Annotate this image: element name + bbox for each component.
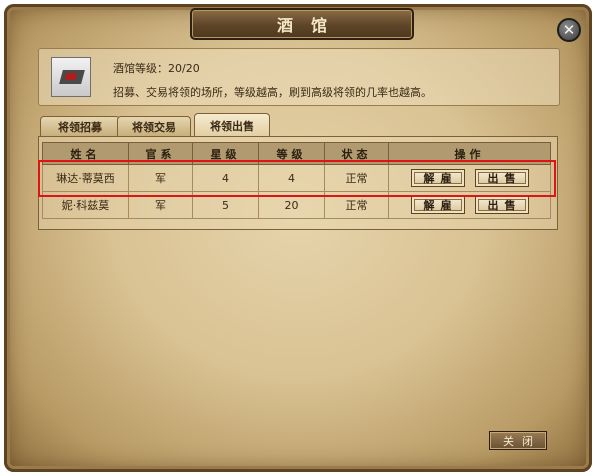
tavern-level: 酒馆等级：20/20 xyxy=(113,62,200,75)
tavern-description: 招募、交易将领的场所，等级越高，刷到高级将领的几率也越高。 xyxy=(113,86,432,99)
close-x-icon[interactable]: ✕ xyxy=(557,18,581,42)
dismiss-button[interactable]: 解雇 xyxy=(410,196,465,214)
sell-button[interactable]: 出售 xyxy=(474,196,529,214)
tavern-window: 酒馆 ✕ 酒馆等级：20/20 招募、交易将领的场所，等级越高，刷到高级将领的几… xyxy=(4,4,592,472)
tavern-info-panel: 酒馆等级：20/20 招募、交易将领的场所，等级越高，刷到高级将领的几率也越高。 xyxy=(38,48,560,106)
tab-trade[interactable]: 将领交易 xyxy=(117,116,191,136)
tab-recruit[interactable]: 将领招募 xyxy=(40,116,120,136)
close-button[interactable]: 关闭 xyxy=(489,431,547,450)
row-highlight-box xyxy=(38,160,556,197)
tavern-building-icon xyxy=(51,57,91,97)
window-title: 酒馆 xyxy=(190,8,414,40)
tab-sell[interactable]: 将领出售 xyxy=(194,113,270,137)
